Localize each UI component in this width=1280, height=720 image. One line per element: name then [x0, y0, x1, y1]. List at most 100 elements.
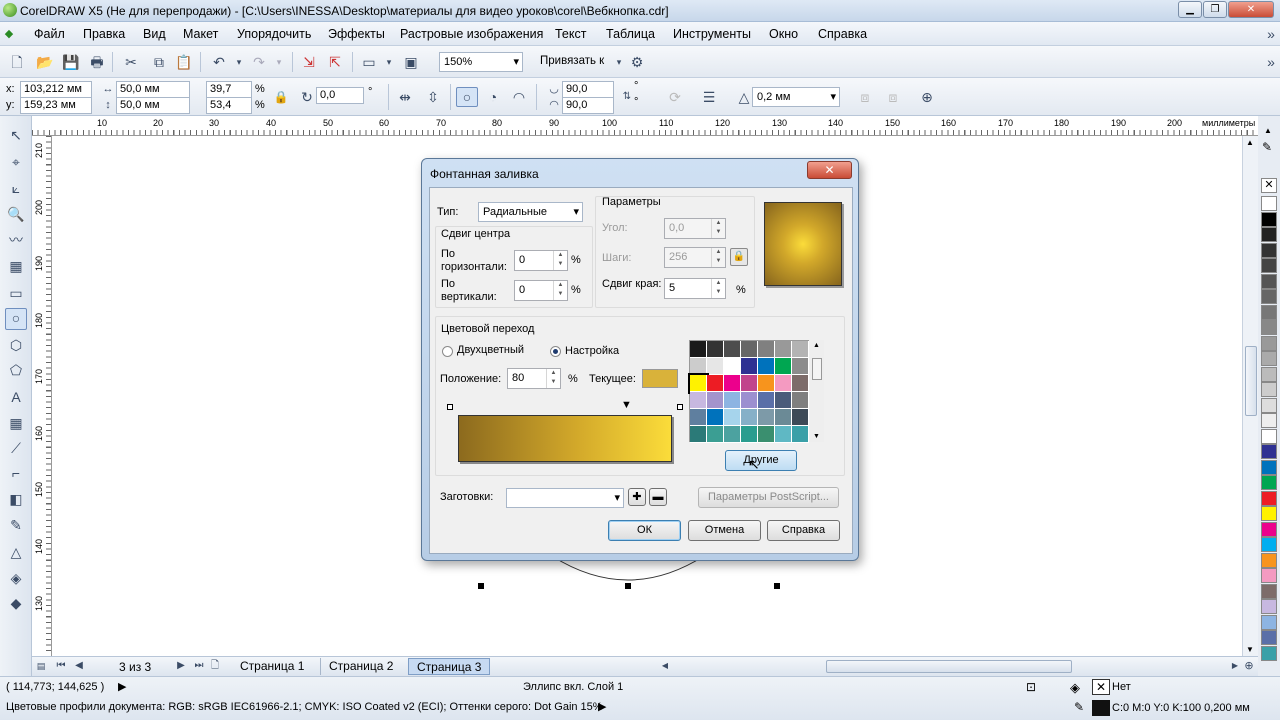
pie-mode-icon[interactable]: ◔ — [484, 88, 502, 106]
color-cell[interactable] — [690, 409, 707, 426]
outline-width-select[interactable]: 0,2 мм — [752, 87, 840, 107]
color-cell[interactable] — [792, 392, 809, 409]
welcome-screen-icon[interactable]: ▣ — [402, 53, 420, 71]
grid-scroll-down-icon[interactable]: ▼ — [813, 433, 820, 440]
palette-swatch[interactable] — [1261, 335, 1277, 351]
toolbar-overflow-icon[interactable]: » — [1262, 53, 1280, 71]
vertical-ruler[interactable]: 210 200 190 180 170 160 150 140 130 — [32, 136, 52, 656]
color-cell[interactable] — [741, 426, 758, 443]
menu-bitmaps[interactable]: Растровые изображения — [400, 27, 543, 41]
edge-pad-field[interactable]: 5 ▲ ▼ — [664, 278, 726, 299]
start-marker[interactable] — [447, 404, 453, 410]
color-grid-scrollbar[interactable]: ▲ ▼ — [810, 340, 824, 442]
import-icon[interactable]: ⇲ — [300, 53, 318, 71]
color-cell[interactable] — [758, 358, 775, 375]
freehand-tool-icon[interactable]: 〰 — [7, 231, 25, 249]
convert-2-icon[interactable]: ⧈ — [884, 88, 902, 106]
palette-swatch[interactable] — [1261, 490, 1277, 506]
next-page-icon[interactable]: ▶ — [172, 657, 190, 675]
color-cell[interactable] — [792, 409, 809, 426]
menu-text[interactable]: Текст — [555, 27, 586, 41]
palette-swatch[interactable] — [1261, 552, 1277, 568]
two-color-radio[interactable] — [442, 346, 453, 357]
rectangle-tool-icon[interactable]: ▭ — [7, 284, 25, 302]
status-options-icon[interactable]: ⊡ — [1026, 680, 1036, 694]
status-expand-icon[interactable]: ▶ — [118, 680, 126, 693]
vertical-scrollbar[interactable]: ▲ ▼ — [1242, 136, 1258, 656]
scroll-up-icon[interactable]: ▲ — [1246, 138, 1254, 147]
color-cell[interactable] — [724, 375, 741, 392]
smart-fill-tool-icon[interactable]: ▦ — [7, 257, 25, 275]
color-cell[interactable] — [707, 375, 724, 392]
y-position-field[interactable]: 159,23 мм — [20, 97, 92, 114]
ellipse-mode-icon[interactable]: ○ — [456, 87, 478, 107]
navigator-zoom-icon[interactable]: ⊕ — [1240, 657, 1258, 675]
blend-tool-icon[interactable]: ◧ — [7, 490, 25, 508]
horizontal-offset-field[interactable]: 0 ▲ ▼ — [514, 250, 568, 271]
color-cell[interactable] — [758, 341, 775, 358]
color-cell[interactable] — [724, 358, 741, 375]
color-cell[interactable] — [792, 375, 809, 392]
palette-swatch[interactable] — [1261, 196, 1277, 211]
copy-icon[interactable]: ⧉ — [150, 53, 168, 71]
menu-effects[interactable]: Эффекты — [328, 27, 385, 41]
palette-swatch[interactable] — [1261, 351, 1277, 366]
scroll-thumb[interactable] — [1245, 346, 1257, 416]
position-field[interactable]: 80 ▲ ▼ — [507, 368, 561, 389]
selection-handle[interactable] — [625, 583, 631, 589]
palette-swatch[interactable] — [1261, 614, 1277, 630]
height-field[interactable]: 50,0 мм — [116, 97, 190, 114]
palette-swatch[interactable] — [1261, 242, 1277, 258]
palette-swatch[interactable] — [1261, 630, 1277, 645]
tab-page-3[interactable]: Страница 3 — [408, 658, 491, 675]
x-position-field[interactable]: 103,212 мм — [20, 81, 92, 98]
color-cell[interactable] — [688, 373, 709, 394]
spin-arrows-icon[interactable]: ▲ ▼ — [553, 281, 567, 300]
add-page-icon[interactable]: 🗋 — [206, 657, 224, 675]
basic-shapes-tool-icon[interactable]: ⬠ — [7, 361, 25, 379]
palette-swatch[interactable] — [1261, 521, 1277, 537]
color-cell[interactable] — [792, 341, 809, 358]
color-profiles[interactable]: Цветовые профили документа: RGB: sRGB IE… — [6, 701, 603, 713]
palette-swatch[interactable] — [1261, 506, 1277, 521]
wrap-icon[interactable]: ⟳ — [666, 88, 684, 106]
palette-swatch[interactable] — [1261, 413, 1277, 428]
spin-arrows-icon[interactable]: ▲ ▼ — [711, 219, 725, 238]
new-icon[interactable]: 🗋 — [8, 53, 26, 71]
selection-handle[interactable] — [478, 583, 484, 589]
dimension-tool-icon[interactable]: ⟋ — [7, 439, 25, 457]
palette-swatch[interactable] — [1261, 583, 1277, 599]
color-cell[interactable] — [775, 392, 792, 409]
menu-help[interactable]: Справка — [818, 27, 867, 41]
angle-field[interactable]: 0,0 ▲ ▼ — [664, 218, 726, 239]
outline-tool-icon[interactable]: △ — [7, 543, 25, 561]
color-cell[interactable] — [775, 426, 792, 443]
postscript-options-button[interactable]: Параметры PostScript... — [698, 487, 839, 508]
color-cell[interactable] — [792, 426, 809, 443]
menu-overflow-icon[interactable]: » — [1262, 25, 1280, 43]
arc-mode-icon[interactable]: ◠ — [510, 88, 528, 106]
scale-y-field[interactable]: 53,4 — [206, 97, 252, 114]
prev-page-icon[interactable]: ◀ — [70, 657, 88, 675]
first-page-icon[interactable]: ⏮ — [52, 657, 70, 675]
launcher-dropdown-icon[interactable]: ▾ — [380, 53, 398, 71]
vertical-offset-field[interactable]: 0 ▲ ▼ — [514, 280, 568, 301]
snap-dropdown-icon[interactable]: ▾ — [610, 53, 628, 71]
no-fill-swatch[interactable]: ✕ — [1092, 679, 1110, 695]
palette-swatch[interactable] — [1261, 599, 1277, 614]
scale-x-field[interactable]: 39,7 — [206, 81, 252, 98]
crop-tool-icon[interactable]: ⟀ — [7, 179, 25, 197]
color-cell[interactable] — [775, 358, 792, 375]
steps-field[interactable]: 256 ▲ ▼ — [664, 247, 726, 268]
remove-preset-button[interactable]: ▬ — [649, 488, 667, 506]
spin-arrows-icon[interactable]: ▲ ▼ — [711, 279, 725, 298]
start-angle-field[interactable]: 90,0 — [562, 81, 614, 98]
spin-arrows-icon[interactable]: ▲ ▼ — [553, 251, 567, 270]
help-button[interactable]: Справка — [767, 520, 840, 541]
end-marker[interactable] — [677, 404, 683, 410]
undo-dropdown-icon[interactable]: ▾ — [230, 53, 248, 71]
grid-scroll-up-icon[interactable]: ▲ — [813, 342, 820, 349]
eyedropper-tool-icon[interactable]: ✎ — [7, 516, 25, 534]
color-marker-icon[interactable]: ▼ — [621, 399, 632, 411]
current-color-swatch[interactable] — [642, 369, 678, 388]
